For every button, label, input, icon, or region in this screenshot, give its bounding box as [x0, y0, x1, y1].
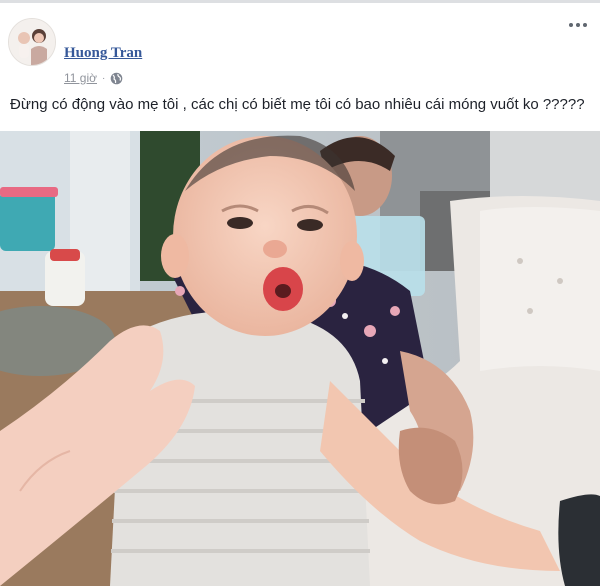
feed-post: Huong Tran 11 giờ · Đừng có động vào mẹ … [0, 0, 600, 586]
globe-icon[interactable] [110, 72, 123, 85]
post-options-button[interactable] [562, 16, 594, 34]
post-meta: 11 giờ · [64, 70, 123, 86]
post-text: Đừng có động vào mẹ tôi , các chị có biế… [10, 96, 585, 113]
ellipsis-icon [569, 23, 573, 27]
author-name-link[interactable]: Huong Tran [64, 45, 142, 62]
author-avatar[interactable] [8, 18, 56, 66]
post-photo[interactable] [0, 131, 600, 586]
post-timestamp[interactable]: 11 giờ [64, 71, 97, 85]
meta-separator: · [102, 72, 106, 84]
post-top-border [0, 0, 600, 3]
